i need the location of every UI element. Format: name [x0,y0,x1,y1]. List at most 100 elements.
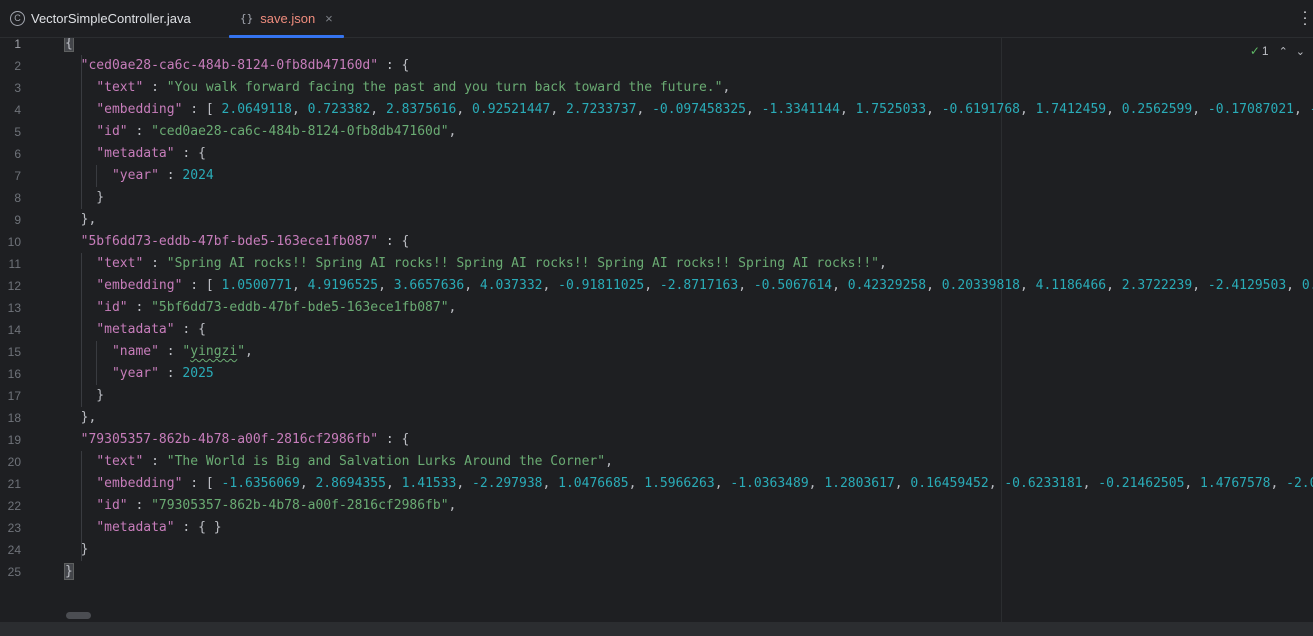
code-token: : [158,366,183,381]
code-token: } [65,542,89,557]
code-token: "text" [96,454,144,469]
code-text: "text" : "Spring AI rocks!! Spring AI ro… [65,253,887,275]
more-options-icon[interactable]: · · · [1301,4,1309,31]
code-token: -2.8717163 [659,278,739,293]
code-token: 0.16459452 [910,476,989,491]
code-token: , [370,102,386,117]
code-token: : { } [174,520,222,535]
code-token: "year" [111,168,159,183]
code-token: 2.8375616 [385,102,457,117]
code-token: -0.91811025 [558,278,645,293]
chevron-down-icon[interactable]: ⌄ [1296,45,1305,58]
code-text: "metadata" : { } [65,517,222,539]
code-token: , [378,278,394,293]
code-token: "id" [96,498,128,513]
code-text: { [64,38,74,55]
code-token: , [464,278,480,293]
code-text: "embedding" : [ 1.0500771, 4.9196525, 3.… [65,275,1313,297]
line-number: 18 [7,411,21,425]
code-token: 1.7525033 [855,102,927,117]
code-token: 0.20339818 [941,278,1020,293]
code-text: "id" : "5bf6dd73-eddb-47bf-bde5-163ece1f… [65,297,456,319]
code-token: 1.2803617 [824,476,895,491]
code-editor[interactable]: 1 {2 "ced0ae28-ca6c-484b-8124-0fb8db47160… [0,38,1313,622]
right-margin-guide [1001,38,1002,622]
code-text: "metadata" : { [65,319,206,341]
code-token: , [988,476,1005,491]
code-token: -0.6233181 [1004,476,1083,491]
code-token: , [542,278,559,293]
code-text: "5bf6dd73-eddb-47bf-bde5-163ece1fb087" :… [65,231,410,253]
line-number: 16 [7,367,21,381]
code-token: , [722,80,731,95]
code-token: " [237,344,246,359]
code-token: -0.5067614 [753,278,833,293]
code-token: 2.7233737 [565,102,637,117]
code-token: -0.6191768 [941,102,1020,117]
horizontal-scrollbar-thumb[interactable] [66,612,91,619]
line-number: 19 [7,433,21,447]
line-number: 17 [7,389,21,403]
code-token: 1.0500771 [221,278,292,293]
line-number: 1 [14,38,21,51]
code-token: -0.097458325 [652,102,747,117]
code-token: , [1184,476,1201,491]
line-number: 13 [7,301,21,315]
tab-save-json[interactable]: {} save.json × [229,0,344,38]
code-token: 1.5966263 [644,476,715,491]
horizontal-scrollbar-track[interactable] [0,622,1313,636]
code-token: 4.037332 [479,278,543,293]
code-token: , [1082,476,1099,491]
code-token: , [448,124,457,139]
code-token: 2.0649118 [221,102,292,117]
code-token: 1.4767578 [1200,476,1271,491]
code-token: : [143,80,167,95]
code-token: , [1106,278,1122,293]
code-token: : [127,300,152,315]
code-token: "embedding" [96,476,183,491]
code-token: "ced0ae28-ca6c-484b-8124-0fb8db47160d" [151,124,449,139]
line-number: 12 [7,279,21,293]
code-token: , [636,102,653,117]
code-token: 4.9196525 [307,278,379,293]
code-token: 2.3722239 [1121,278,1193,293]
code-token: , [292,278,308,293]
code-token: , [1020,102,1036,117]
code-token: "You walk forward facing the past and yo… [166,80,723,95]
code-token: } [64,563,74,580]
code-token: , [808,476,825,491]
code-token: : { [378,432,410,447]
code-text: "embedding" : [ -1.6356069, 2.8694355, 1… [65,473,1313,495]
code-token: "5bf6dd73-eddb-47bf-bde5-163ece1fb087" [151,300,449,315]
code-token: , [1270,476,1287,491]
code-token: -1.6356069 [221,476,300,491]
code-token: 2024 [182,168,214,183]
tab-label: save.json [260,11,316,26]
code-token: , [894,476,911,491]
check-icon: ✓ [1249,44,1260,58]
inspection-count: 1 [1261,44,1269,58]
code-token: 2.8694355 [315,476,386,491]
indent-guide [81,55,82,209]
chevron-up-icon[interactable]: ⌃ [1279,45,1288,58]
code-token: "ced0ae28-ca6c-484b-8124-0fb8db47160d" [80,58,379,73]
code-token: "year" [111,366,159,381]
code-token: 0.92521447 [472,102,551,117]
line-number: 5 [14,125,21,139]
code-token: , [644,278,660,293]
code-token: 1.41533 [401,476,457,491]
code-token: "metadata" [96,322,175,337]
code-token: , [879,256,887,271]
code-text: "text" : "You walk forward facing the pa… [65,77,730,99]
code-token: , [292,102,308,117]
code-token: : [143,256,167,271]
code-token: : [158,168,183,183]
code-text: } [64,561,74,583]
code-token: , [1192,102,1208,117]
close-tab-icon[interactable]: × [325,11,333,26]
inspection-widget[interactable]: ✓ 1 ⌃ ⌄ [1250,44,1313,58]
tab-vector-simple-controller[interactable]: C VectorSimpleController.java [10,0,191,37]
